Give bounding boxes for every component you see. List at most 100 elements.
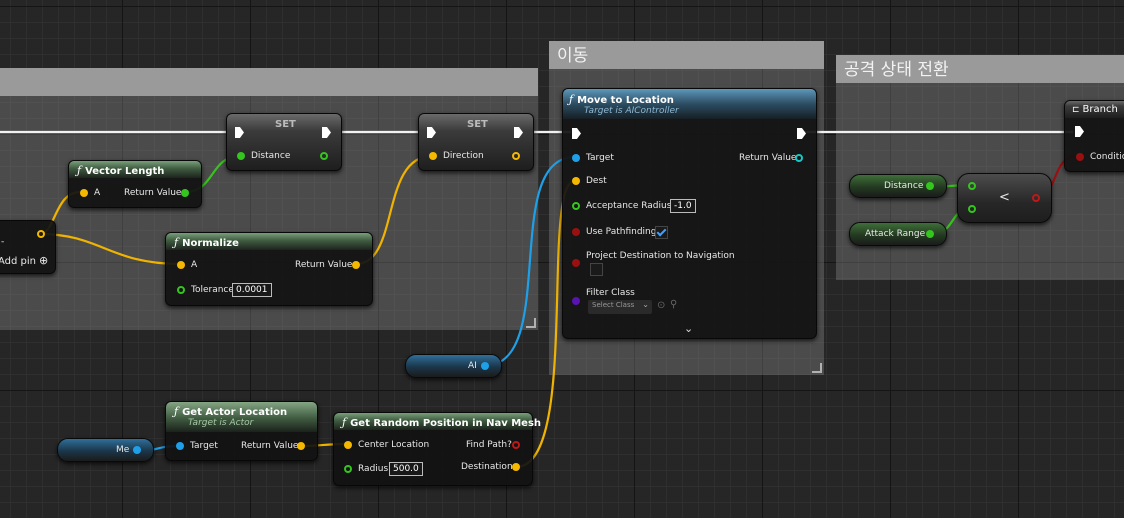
center-location-pin[interactable]: [344, 441, 352, 449]
function-icon: ƒ: [342, 416, 347, 429]
condition-label: Condition: [1090, 152, 1124, 162]
compare-out-pin[interactable]: [1032, 194, 1040, 202]
target-label: Target: [586, 153, 614, 163]
filter-class-label: Filter Class: [586, 288, 635, 298]
vector-length-title-text: Vector Length: [85, 166, 165, 177]
direction-in-pin[interactable]: [429, 152, 437, 160]
acceptance-radius-field[interactable]: -1.0: [670, 199, 696, 213]
me-out-pin[interactable]: [133, 446, 141, 454]
ai-out-pin[interactable]: [481, 362, 489, 370]
target-in-pin[interactable]: [176, 442, 184, 450]
less-than-operator: <: [999, 190, 1010, 205]
distance-out-pin[interactable]: [926, 182, 934, 190]
dest-label: Dest: [586, 176, 607, 186]
target-in-pin[interactable]: [572, 154, 580, 162]
return-out-pin[interactable]: [352, 261, 360, 269]
dest-in-pin[interactable]: [572, 177, 580, 185]
set-direction-node[interactable]: SET Direction: [418, 113, 534, 171]
vector-length-title: ƒ Vector Length: [77, 164, 164, 177]
destination-out-pin[interactable]: [512, 463, 520, 471]
radius-label: Radius: [358, 464, 389, 474]
filter-class-select[interactable]: Select Class ⌄: [588, 300, 652, 314]
me-variable-node[interactable]: Me: [57, 438, 154, 462]
add-pin-label[interactable]: Add pin: [0, 256, 36, 267]
filter-class-select-text: Select Class: [592, 301, 635, 309]
vector-length-node[interactable]: ƒ Vector Length A Return Value: [68, 160, 202, 208]
tolerance-in-pin[interactable]: [177, 286, 185, 294]
a-in-pin[interactable]: [177, 261, 185, 269]
set-distance-node[interactable]: SET Distance: [226, 113, 342, 171]
compare-a-pin[interactable]: [968, 182, 976, 190]
radius-field[interactable]: 500.0: [389, 462, 423, 476]
distance-in-pin[interactable]: [237, 152, 245, 160]
attack-range-out-pin[interactable]: [926, 230, 934, 238]
project-destination-label: Project Destination to Navigation: [586, 251, 735, 261]
a-label: A: [94, 188, 101, 198]
distance-variable-node[interactable]: Distance: [849, 174, 947, 198]
find-path-label: Find Path?: [466, 440, 512, 450]
target-label: Target: [190, 441, 218, 451]
set-title: SET: [467, 119, 488, 130]
return-out-pin[interactable]: [795, 154, 803, 162]
return-value-label: Return Value: [739, 153, 797, 163]
return-out-pin[interactable]: [181, 189, 189, 197]
a-in-pin[interactable]: [80, 189, 88, 197]
return-out-pin[interactable]: [297, 442, 305, 450]
get-random-position-node[interactable]: ƒ Get Random Position in Nav Mesh Center …: [333, 412, 541, 486]
direction-label: Direction: [443, 151, 484, 161]
get-random-position-title: ƒ Get Random Position in Nav Mesh: [342, 416, 541, 429]
get-actor-location-subtitle: Target is Actor: [188, 418, 254, 428]
branch-node[interactable]: ⊏Branch Condition: [1064, 100, 1124, 172]
filter-class-pin[interactable]: [572, 297, 580, 305]
function-icon: ƒ: [174, 405, 179, 418]
project-destination-pin[interactable]: [572, 259, 580, 267]
branch-title-text: Branch: [1082, 104, 1118, 115]
branch-title: ⊏ Branch: [1072, 104, 1118, 115]
normalize-title-text: Normalize: [182, 238, 239, 249]
set-title: SET: [275, 119, 296, 130]
tolerance-field[interactable]: 0.0001: [232, 283, 272, 297]
less-than-node[interactable]: <: [957, 173, 1052, 223]
expand-advanced-icon[interactable]: ⌄: [684, 322, 693, 335]
direction-out-pin[interactable]: [512, 152, 520, 160]
acceptance-radius-pin[interactable]: [572, 202, 580, 210]
move-to-location-node[interactable]: ƒ Move to Location Target is AIController…: [562, 88, 817, 339]
function-icon: ƒ: [174, 236, 179, 249]
acceptance-radius-label: Acceptance Radius: [586, 201, 672, 211]
center-location-label: Center Location: [358, 440, 430, 450]
a-label: A: [191, 260, 198, 270]
use-selected-icon[interactable]: ⊙: [657, 300, 665, 311]
return-value-label: Return Value: [124, 188, 182, 198]
exec-out-pin[interactable]: [797, 128, 806, 139]
use-pathfinding-label: Use Pathfinding: [586, 227, 657, 237]
output-pin[interactable]: [37, 230, 45, 238]
find-path-out-pin[interactable]: [512, 441, 520, 449]
tolerance-label: Tolerance: [191, 285, 234, 295]
get-actor-location-node[interactable]: ƒ Get Actor Location Target is Actor Targ…: [165, 401, 318, 461]
function-icon: ƒ: [77, 164, 82, 177]
browse-search-icon[interactable]: ⚲: [670, 299, 677, 310]
me-variable-label: Me: [116, 445, 130, 455]
use-pathfinding-checkbox[interactable]: [655, 226, 668, 239]
exec-in-pin[interactable]: [572, 128, 581, 139]
move-to-location-title-text: Move to Location: [577, 95, 674, 106]
ai-variable-label: AI: [468, 361, 477, 371]
project-destination-checkbox[interactable]: [590, 263, 603, 276]
condition-pin[interactable]: [1076, 153, 1084, 161]
function-icon: ƒ: [569, 93, 574, 106]
add-pin-icon[interactable]: ⊕: [39, 254, 48, 267]
normalize-node[interactable]: ƒ Normalize A Return Value Tolerance 0.00…: [165, 232, 373, 306]
return-value-label: Return Value: [241, 441, 299, 451]
distance-out-pin[interactable]: [320, 152, 328, 160]
separator-dash: -: [1, 237, 5, 247]
attack-range-variable-node[interactable]: Attack Range: [849, 222, 947, 246]
destination-label: Destination: [461, 462, 513, 472]
ai-variable-node[interactable]: AI: [405, 354, 502, 378]
move-to-location-subtitle: Target is AIController: [584, 106, 679, 116]
exec-in-pin[interactable]: [1075, 126, 1084, 137]
compare-b-pin[interactable]: [968, 205, 976, 213]
radius-pin[interactable]: [344, 465, 352, 473]
make-array-node[interactable]: Add pin ⊕ -: [0, 220, 56, 274]
use-pathfinding-pin[interactable]: [572, 228, 580, 236]
distance-label: Distance: [251, 151, 291, 161]
